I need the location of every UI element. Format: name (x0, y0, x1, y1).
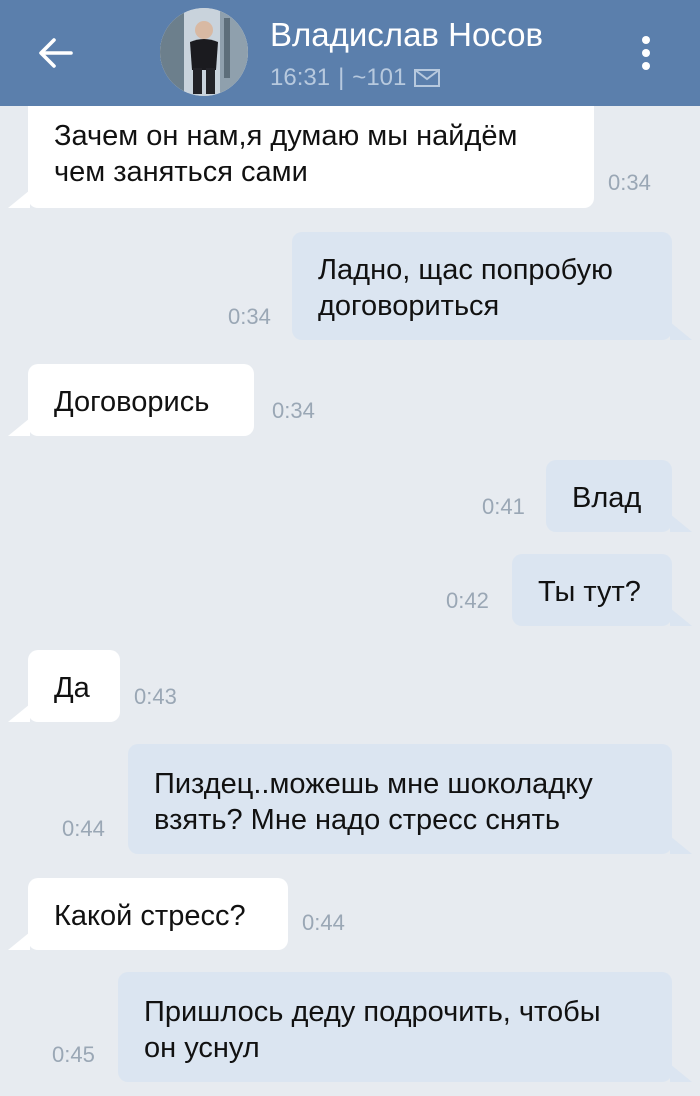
message-time: 0:43 (134, 684, 177, 709)
chat-status: 16:31 | ~101 (270, 64, 441, 92)
chat-header: Владислав Носов 16:31 | ~101 (0, 0, 700, 106)
back-button[interactable] (30, 28, 80, 78)
bubble-tail (8, 704, 30, 722)
incoming-message[interactable]: Договорись (28, 364, 254, 436)
bubble-tail (670, 608, 692, 626)
contact-name[interactable]: Владислав Носов (270, 16, 543, 54)
outgoing-message[interactable]: Ладно, щас попробую договориться (292, 232, 672, 340)
avatar-photo-icon (160, 8, 248, 96)
bubble-tail (670, 514, 692, 532)
message-time: 0:45 (52, 1042, 95, 1067)
contact-avatar[interactable] (160, 8, 248, 96)
message-list[interactable]: Зачем он нам,я думаю мы найдём чем занят… (0, 0, 700, 1096)
arrow-left-icon (39, 38, 73, 68)
incoming-message[interactable]: Да (28, 650, 120, 722)
more-menu-button[interactable] (628, 30, 664, 76)
bubble-tail (8, 418, 30, 436)
bubble-tail (670, 836, 692, 854)
more-vertical-icon (642, 62, 650, 70)
bubble-tail (670, 322, 692, 340)
message-time: 0:34 (272, 398, 315, 423)
message-time: 0:42 (446, 588, 489, 613)
last-seen-time: 16:31 (270, 64, 331, 91)
message-time: 0:34 (228, 304, 271, 329)
outgoing-message[interactable]: Влад (546, 460, 672, 532)
bubble-tail (670, 1064, 692, 1082)
outgoing-message[interactable]: Ты тут? (512, 554, 672, 626)
bubble-tail (8, 190, 30, 208)
outgoing-message[interactable]: Пришлось деду подрочить, чтобы он уснул (118, 972, 672, 1082)
outgoing-message[interactable]: Пиздец..можешь мне шоколадку взять? Мне … (128, 744, 672, 854)
incoming-message[interactable]: Какой стресс? (28, 878, 288, 950)
status-separator: | (338, 64, 345, 91)
more-vertical-icon (642, 49, 650, 57)
message-time: 0:44 (62, 816, 105, 841)
message-time: 0:34 (608, 170, 651, 195)
message-counter: ~101 (352, 64, 407, 91)
message-time: 0:41 (482, 494, 525, 519)
incoming-message[interactable]: Зачем он нам,я думаю мы найдём чем занят… (28, 96, 594, 208)
envelope-icon (414, 69, 441, 87)
message-time: 0:44 (302, 910, 345, 935)
more-vertical-icon (642, 36, 650, 44)
bubble-tail (8, 932, 30, 950)
